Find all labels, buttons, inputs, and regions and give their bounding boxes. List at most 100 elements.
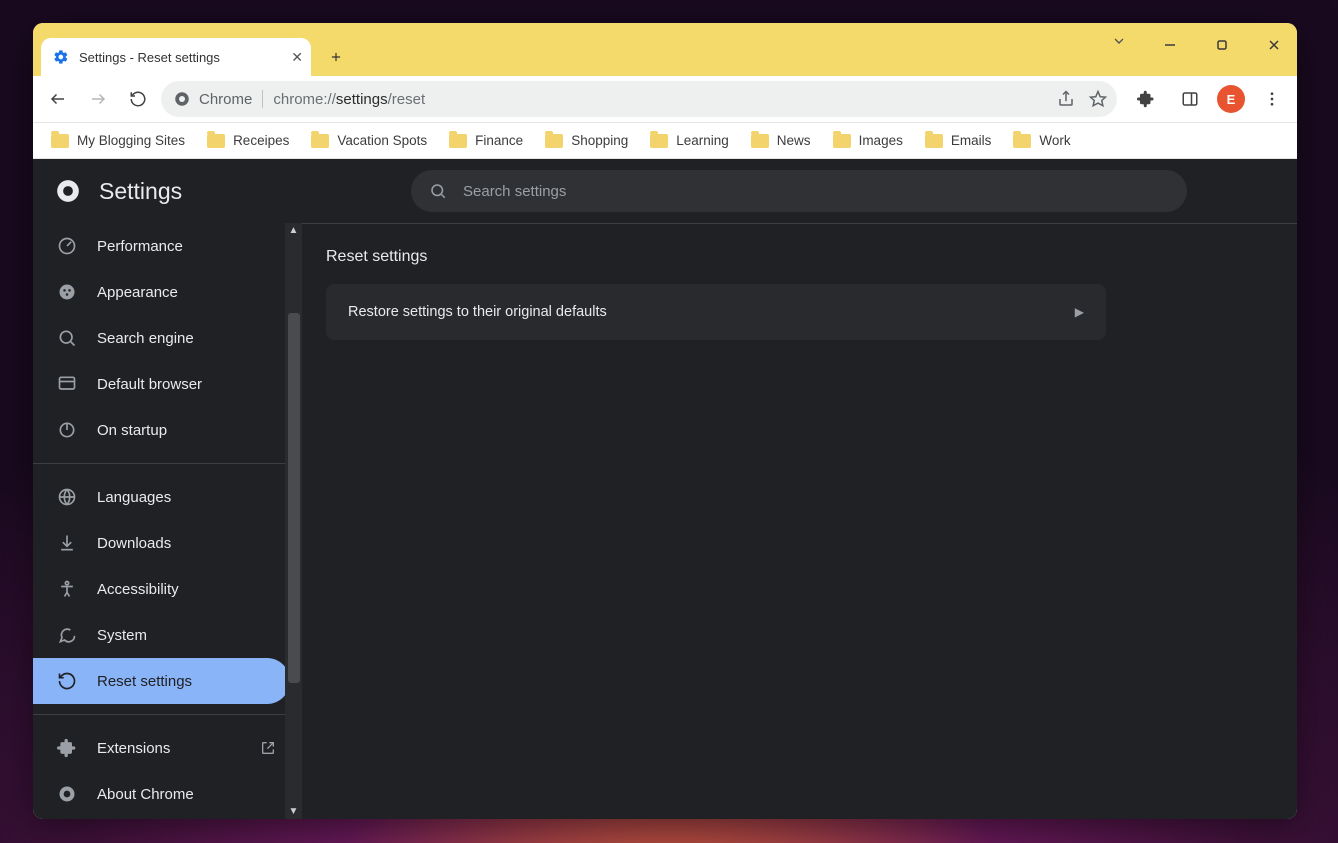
nav-forward-button[interactable] (81, 82, 115, 116)
omnibox-divider (262, 90, 263, 108)
chrome-icon (173, 90, 191, 108)
bookmark-folder[interactable]: News (751, 133, 811, 148)
reload-button[interactable] (121, 82, 155, 116)
bookmark-label: Receipes (233, 133, 289, 148)
settings-search-input[interactable] (463, 183, 1169, 200)
sidebar-item-label: Reset settings (97, 673, 192, 690)
titlebar: Settings - Reset settings ✕ (33, 23, 1297, 76)
search-engine-icon (57, 328, 77, 348)
bookmark-label: Emails (951, 133, 992, 148)
settings-nav: Performance Appearance Search engine Defaul… (33, 223, 302, 817)
close-window-button[interactable] (1257, 31, 1291, 59)
folder-icon (1013, 134, 1031, 148)
scroll-down-icon[interactable]: ▼ (288, 806, 299, 817)
toolbar-right: E (1123, 82, 1289, 116)
sidebar-item-downloads[interactable]: Downloads (33, 520, 302, 566)
settings-search[interactable] (411, 170, 1187, 212)
sidebar-item-reset-settings[interactable]: Reset settings (33, 658, 290, 704)
restore-defaults-label: Restore settings to their original defau… (348, 304, 607, 320)
folder-icon (833, 134, 851, 148)
folder-icon (311, 134, 329, 148)
performance-icon (57, 236, 77, 256)
scroll-up-icon[interactable]: ▲ (288, 225, 299, 236)
bookmark-folder[interactable]: Work (1013, 133, 1070, 148)
sidebar-item-on-startup[interactable]: On startup (33, 407, 302, 453)
section-heading: Reset settings (326, 248, 1297, 266)
settings-page: Settings Performance Appearance Search eng… (33, 159, 1297, 819)
sidebar-scrollbar[interactable]: ▲ ▼ (285, 223, 302, 819)
gear-icon (53, 49, 69, 65)
folder-icon (51, 134, 69, 148)
sidebar-item-label: System (97, 627, 147, 644)
folder-icon (925, 134, 943, 148)
sidebar-item-label: About Chrome (97, 786, 194, 803)
bookmark-label: Shopping (571, 133, 628, 148)
downloads-icon (57, 533, 77, 553)
bookmark-folder[interactable]: Finance (449, 133, 523, 148)
sidebar-item-label: Performance (97, 238, 183, 255)
sidebar-item-languages[interactable]: Languages (33, 474, 302, 520)
tab-title: Settings - Reset settings (79, 50, 220, 65)
sidebar-item-label: Extensions (97, 740, 170, 757)
bookmark-folder[interactable]: Images (833, 133, 903, 148)
bookmark-folder[interactable]: Learning (650, 133, 729, 148)
restore-defaults-row[interactable]: Restore settings to their original defau… (326, 284, 1106, 340)
folder-icon (449, 134, 467, 148)
open-external-icon (260, 740, 276, 756)
sidebar-item-label: Languages (97, 489, 171, 506)
sidebar-item-default-browser[interactable]: Default browser (33, 361, 302, 407)
sidebar-item-label: On startup (97, 422, 167, 439)
new-tab-button[interactable] (321, 42, 351, 72)
minimize-button[interactable] (1153, 31, 1187, 59)
bookmark-label: Work (1039, 133, 1070, 148)
sidebar-item-appearance[interactable]: Appearance (33, 269, 302, 315)
settings-header: Settings (33, 159, 1297, 223)
sidebar-item-label: Search engine (97, 330, 194, 347)
bookmark-star-icon[interactable] (1089, 90, 1107, 108)
address-bar[interactable]: Chrome chrome://settings/reset (161, 81, 1117, 117)
sidebar-item-extensions[interactable]: Extensions (33, 725, 302, 771)
bookmark-label: Images (859, 133, 903, 148)
tab-close-button[interactable]: ✕ (291, 49, 303, 66)
profile-avatar[interactable]: E (1217, 85, 1245, 113)
bookmark-folder[interactable]: My Blogging Sites (51, 133, 185, 148)
settings-main: Reset settings Restore settings to their… (302, 223, 1297, 819)
bookmark-label: Vacation Spots (337, 133, 427, 148)
tab-search-button[interactable] (1111, 33, 1127, 49)
accessibility-icon (57, 579, 77, 599)
url-display: chrome://settings/reset (273, 91, 425, 108)
site-chip-label: Chrome (199, 91, 252, 108)
toolbar: Chrome chrome://settings/reset E (33, 76, 1297, 123)
sidebar-item-accessibility[interactable]: Accessibility (33, 566, 302, 612)
extensions-icon[interactable] (1129, 82, 1163, 116)
folder-icon (650, 134, 668, 148)
scrollbar-thumb[interactable] (288, 313, 300, 683)
nav-back-button[interactable] (41, 82, 75, 116)
system-icon (57, 625, 77, 645)
sidebar-item-about-chrome[interactable]: About Chrome (33, 771, 302, 817)
window-controls (1153, 31, 1291, 59)
folder-icon (545, 134, 563, 148)
search-icon (429, 182, 447, 200)
bookmark-label: Learning (676, 133, 729, 148)
sidebar-item-search-engine[interactable]: Search engine (33, 315, 302, 361)
settings-sidebar: Performance Appearance Search engine Defaul… (33, 223, 302, 819)
sidepanel-icon[interactable] (1173, 82, 1207, 116)
sidebar-item-label: Default browser (97, 376, 202, 393)
kebab-menu-icon[interactable] (1255, 82, 1289, 116)
tab-active[interactable]: Settings - Reset settings ✕ (41, 38, 311, 76)
settings-logo: Settings (55, 178, 182, 205)
bookmark-folder[interactable]: Emails (925, 133, 992, 148)
chevron-right-icon: ▶ (1075, 305, 1084, 319)
sidebar-item-label: Downloads (97, 535, 171, 552)
bookmark-folder[interactable]: Receipes (207, 133, 289, 148)
bookmark-folder[interactable]: Shopping (545, 133, 628, 148)
browser-window: Settings - Reset settings ✕ Chrome chrom… (33, 23, 1297, 819)
bookmark-label: My Blogging Sites (77, 133, 185, 148)
sidebar-item-performance[interactable]: Performance (33, 223, 302, 269)
share-icon[interactable] (1057, 90, 1075, 108)
maximize-button[interactable] (1205, 31, 1239, 59)
sidebar-item-system[interactable]: System (33, 612, 302, 658)
bookmark-label: Finance (475, 133, 523, 148)
bookmark-folder[interactable]: Vacation Spots (311, 133, 427, 148)
